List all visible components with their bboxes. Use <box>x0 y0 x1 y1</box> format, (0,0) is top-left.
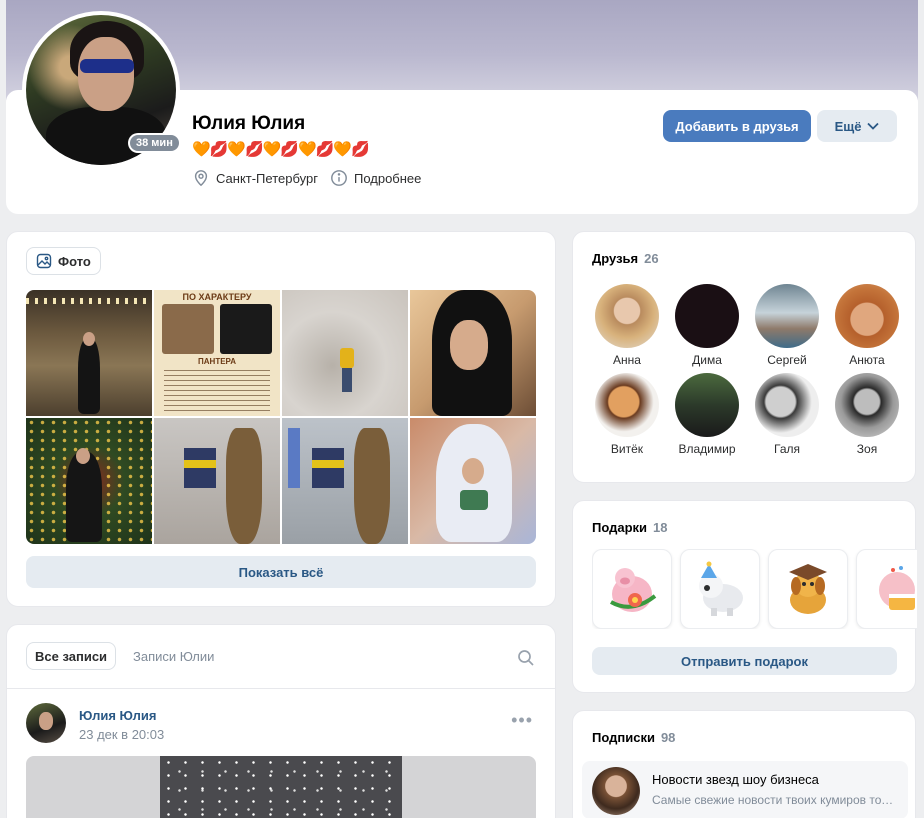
friend-name: Анюта <box>849 353 885 367</box>
photos-block: Фото ПО ХАРАКТЕРУ ПАНТЕРА Показать всё <box>6 231 556 607</box>
post-author-avatar[interactable] <box>26 703 66 743</box>
friend-item[interactable]: Анна <box>587 284 667 367</box>
online-badge-text: 38 мин <box>130 135 179 151</box>
pig-with-flower-icon <box>610 568 657 612</box>
subscriptions-title-text: Подписки <box>592 730 655 745</box>
friend-item[interactable]: Владимир <box>667 373 747 456</box>
poster-title: ПО ХАРАКТЕРУ <box>182 292 252 302</box>
friend-avatar <box>835 284 899 348</box>
add-friend-button[interactable]: Добавить в друзья <box>663 110 811 142</box>
profile-status: 🧡💋🧡💋🧡💋🧡💋🧡💋 <box>192 141 370 158</box>
info-icon <box>331 170 347 186</box>
friend-avatar <box>675 284 739 348</box>
post-author-name[interactable]: Юлия Юлия <box>79 708 156 723</box>
location: Санкт-Петербург <box>192 169 318 187</box>
friend-avatar <box>835 373 899 437</box>
divider <box>7 688 555 689</box>
friend-name: Сергей <box>767 353 807 367</box>
photo-thumbnail[interactable] <box>26 290 152 416</box>
friend-item[interactable]: Витёк <box>587 373 667 456</box>
photo-thumbnail[interactable] <box>282 418 408 544</box>
puppy-graduation-cap-icon <box>789 564 827 614</box>
online-status-badge: 38 мин <box>128 133 181 153</box>
subscription-avatar <box>592 767 640 815</box>
friend-name: Анна <box>613 353 641 367</box>
friend-name: Владимир <box>678 442 736 456</box>
location-pin-icon <box>194 170 208 187</box>
subscription-item[interactable]: Новости звезд шоу бизнеса Самые свежие н… <box>582 761 908 818</box>
friends-block: Друзья 26 Анна Дима Сергей Анюта Витёк Вл… <box>572 231 916 483</box>
profile-name: Юлия Юлия <box>192 113 306 134</box>
friend-item[interactable]: Зоя <box>827 373 907 456</box>
photo-thumbnail[interactable] <box>26 418 152 544</box>
more-horizontal-icon[interactable]: ••• <box>511 711 533 729</box>
friend-name: Зоя <box>856 442 878 456</box>
subscriptions-block: Подписки 98 Новости звезд шоу бизнеса Сам… <box>572 710 916 818</box>
post-date[interactable]: 23 дек в 20:03 <box>79 727 164 742</box>
friends-title-text: Друзья <box>592 251 639 266</box>
show-all-photos-button[interactable]: Показать всё <box>26 556 536 588</box>
photos-tab-label: Фото <box>58 253 91 269</box>
gifts-block: Подарки 18 Отправить подарок <box>572 500 917 693</box>
friend-avatar <box>595 284 659 348</box>
tab-own-posts[interactable]: Записи Юлии <box>133 649 214 664</box>
photo-thumbnail[interactable] <box>410 290 536 416</box>
photo-thumbnail[interactable] <box>282 290 408 416</box>
friend-name: Витёк <box>610 442 644 456</box>
location-text: Санкт-Петербург <box>216 170 318 186</box>
gift-item[interactable] <box>768 549 848 629</box>
pig-with-cake-icon <box>879 566 915 610</box>
tab-all-posts[interactable]: Все записи <box>26 642 117 670</box>
subscriptions-title[interactable]: Подписки 98 <box>592 730 675 745</box>
search-icon[interactable] <box>517 649 535 667</box>
send-gift-button[interactable]: Отправить подарок <box>592 647 897 675</box>
wall-block: Все записи Записи Юлии Юлия Юлия 23 дек … <box>6 624 556 818</box>
gifts-row <box>592 549 917 629</box>
details-link-text: Подробнее <box>353 170 422 186</box>
image-icon <box>36 253 52 269</box>
photo-thumbnail[interactable]: ПО ХАРАКТЕРУ ПАНТЕРА <box>154 290 280 416</box>
photo-grid: ПО ХАРАКТЕРУ ПАНТЕРА <box>26 290 536 544</box>
friend-avatar <box>595 373 659 437</box>
more-button-label: Ещё <box>834 118 862 134</box>
gifts-title-text: Подарки <box>592 520 648 535</box>
friends-count: 26 <box>644 251 659 266</box>
friends-grid: Анна Дима Сергей Анюта Витёк Владимир Га… <box>587 284 907 456</box>
poster-subtitle: ПАНТЕРА <box>198 357 236 366</box>
photo-thumbnail[interactable] <box>154 418 280 544</box>
friend-avatar <box>675 373 739 437</box>
chevron-down-icon <box>867 122 880 130</box>
friend-item[interactable]: Дима <box>667 284 747 367</box>
friend-avatar <box>755 373 819 437</box>
photo-thumbnail[interactable] <box>410 418 536 544</box>
friend-item[interactable]: Анюта <box>827 284 907 367</box>
friend-name: Галя <box>774 442 800 456</box>
details-link[interactable]: Подробнее <box>330 169 421 187</box>
subscription-title: Новости звезд шоу бизнеса <box>652 772 819 787</box>
post-image-photo <box>160 756 402 818</box>
gift-item[interactable] <box>680 549 760 629</box>
gifts-count: 18 <box>653 520 668 535</box>
gifts-title[interactable]: Подарки 18 <box>592 520 668 535</box>
white-dog-party-hat-icon <box>699 561 743 616</box>
post-image[interactable] <box>26 756 536 818</box>
gift-item[interactable] <box>592 549 672 629</box>
friend-name: Дима <box>692 353 722 367</box>
subscription-description: Самые свежие новости твоих кумиров тольк… <box>652 793 900 807</box>
more-button[interactable]: Ещё <box>817 110 897 142</box>
friend-avatar <box>755 284 819 348</box>
friend-item[interactable]: Галя <box>747 373 827 456</box>
profile-meta: Санкт-Петербург Подробнее <box>192 169 425 187</box>
friends-title[interactable]: Друзья 26 <box>592 251 659 266</box>
gift-item[interactable] <box>856 549 917 629</box>
photos-tab[interactable]: Фото <box>26 247 101 275</box>
subscriptions-count: 98 <box>660 730 676 745</box>
friend-item[interactable]: Сергей <box>747 284 827 367</box>
